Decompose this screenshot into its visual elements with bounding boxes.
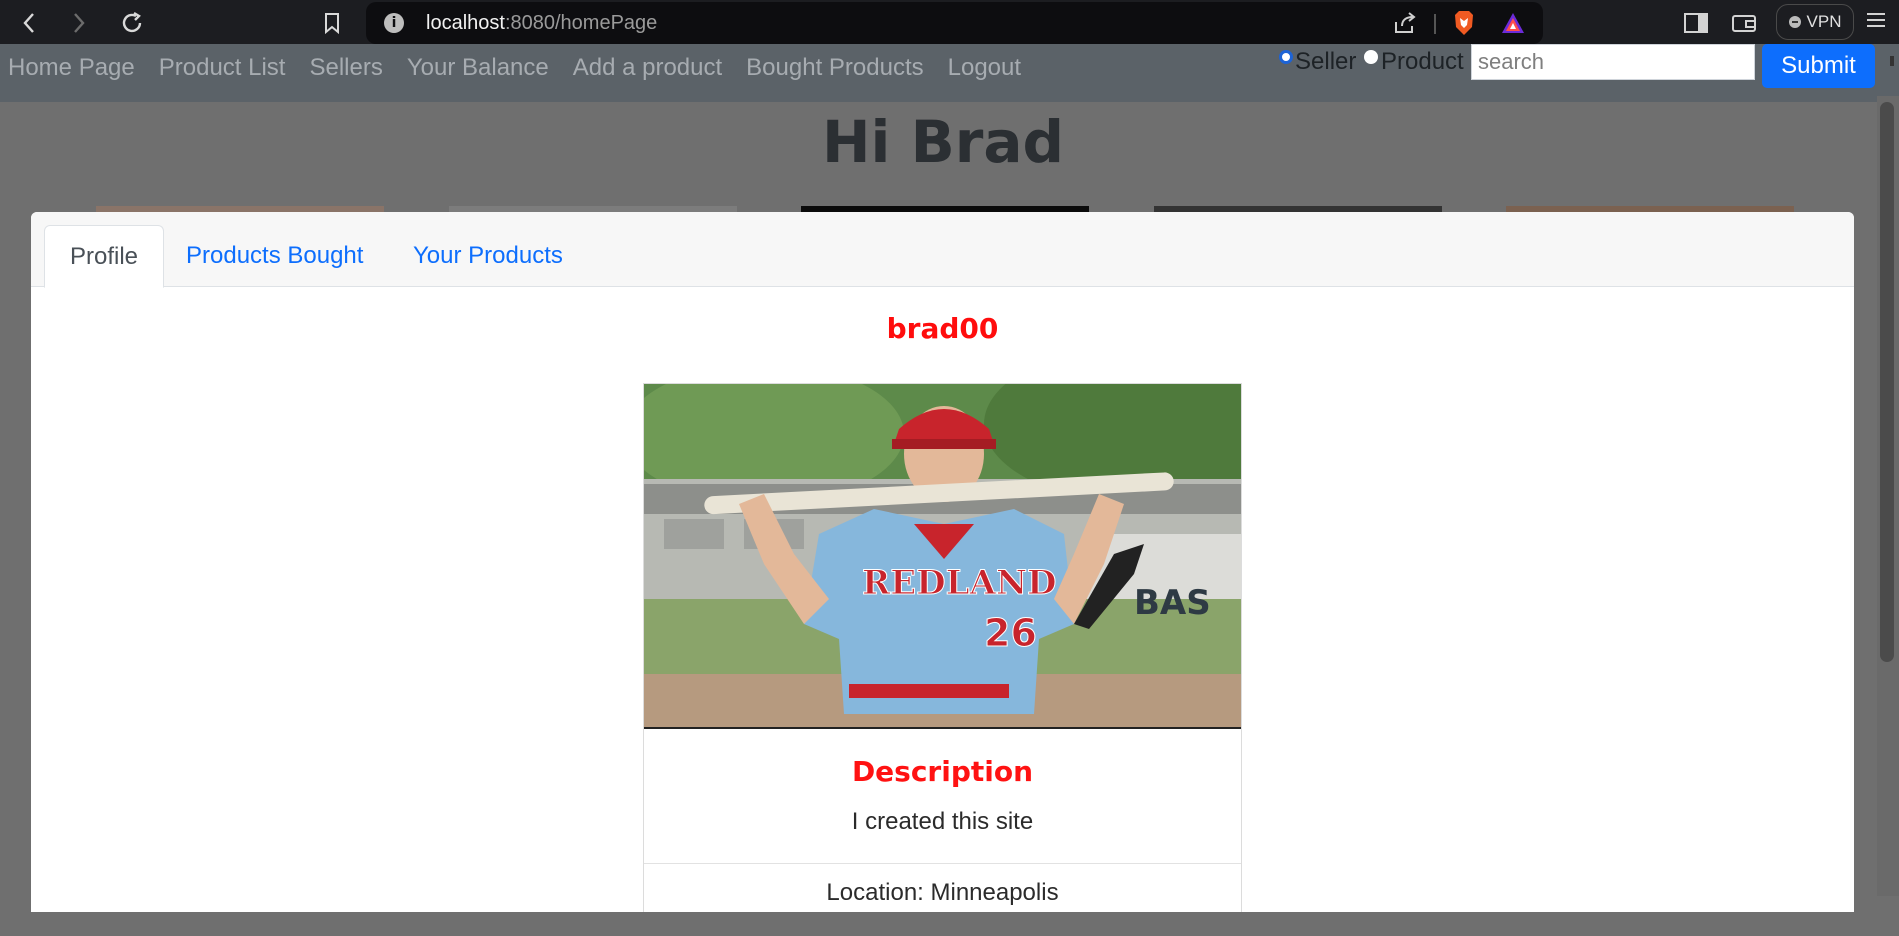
nav-add-product[interactable]: Add a product <box>561 51 734 85</box>
nav-logout[interactable]: Logout <box>936 51 1033 85</box>
url-divider <box>1434 14 1436 34</box>
description-title: Description <box>851 755 1034 788</box>
reload-icon[interactable] <box>117 8 147 38</box>
share-icon[interactable] <box>1392 10 1418 36</box>
menu-icon[interactable] <box>1866 10 1886 35</box>
url-path: :8080/homePage <box>504 12 658 34</box>
url-host: localhost <box>426 12 505 34</box>
submit-button[interactable]: Submit <box>1762 44 1875 88</box>
seller-radio-label: Seller <box>1295 48 1357 75</box>
description-text: I created this site <box>851 808 1034 835</box>
profile-card: REDLAND 26 BAS Description I created thi… <box>643 383 1242 912</box>
tab-profile[interactable]: Profile <box>44 225 165 288</box>
nav-bought-products[interactable]: Bought Products <box>734 51 935 85</box>
profile-username: brad00 <box>886 312 999 345</box>
nav-links: Home Page Product List Sellers Your Bala… <box>8 51 1033 85</box>
site-info-icon[interactable]: i <box>384 13 404 33</box>
nav-your-balance[interactable]: Your Balance <box>395 51 561 85</box>
profile-location: Location: Minneapolis <box>826 879 1059 906</box>
forward-icon[interactable] <box>64 8 94 38</box>
page-greeting: Hi Brad <box>821 108 1065 176</box>
vpn-button[interactable]: VPN <box>1776 4 1854 40</box>
page-scrollbar-thumb[interactable] <box>1880 102 1894 662</box>
brave-shields-icon[interactable] <box>1452 10 1476 36</box>
brave-rewards-icon[interactable] <box>1500 11 1526 35</box>
url-text[interactable]: localhost:8080/homePage <box>426 12 657 35</box>
product-radio[interactable] <box>1364 50 1378 64</box>
nav-product-list[interactable]: Product List <box>147 51 298 85</box>
bookmark-icon[interactable] <box>317 8 347 38</box>
tab-your-products[interactable]: Your Products <box>388 225 588 287</box>
vpn-status-icon <box>1788 16 1801 28</box>
profile-card-body: Description I created this site <box>644 730 1241 864</box>
search-input[interactable]: search <box>1471 44 1755 80</box>
seller-radio[interactable] <box>1279 50 1293 64</box>
svg-text:26: 26 <box>984 611 1037 655</box>
site-navbar: Home Page Product List Sellers Your Bala… <box>0 44 1899 102</box>
address-bar[interactable]: i localhost:8080/homePage <box>366 2 1543 44</box>
back-icon[interactable] <box>14 8 44 38</box>
nav-home-page[interactable]: Home Page <box>8 51 147 85</box>
page-scrollbar-nub <box>1890 56 1894 66</box>
sidebar-icon[interactable] <box>1682 10 1710 36</box>
svg-text:REDLAND: REDLAND <box>862 563 1057 603</box>
modal-tabbar: Profile Products Bought Your Products <box>31 212 1854 288</box>
vpn-label: VPN <box>1806 12 1842 31</box>
wallet-icon[interactable] <box>1730 10 1758 36</box>
tab-products-bought[interactable]: Products Bought <box>161 225 388 287</box>
profile-modal: Profile Products Bought Your Products br… <box>31 212 1854 912</box>
nav-sellers[interactable]: Sellers <box>297 51 394 85</box>
product-radio-label: Product <box>1381 48 1464 75</box>
svg-text:BAS: BAS <box>1134 583 1211 623</box>
profile-photo: REDLAND 26 BAS <box>644 384 1241 729</box>
